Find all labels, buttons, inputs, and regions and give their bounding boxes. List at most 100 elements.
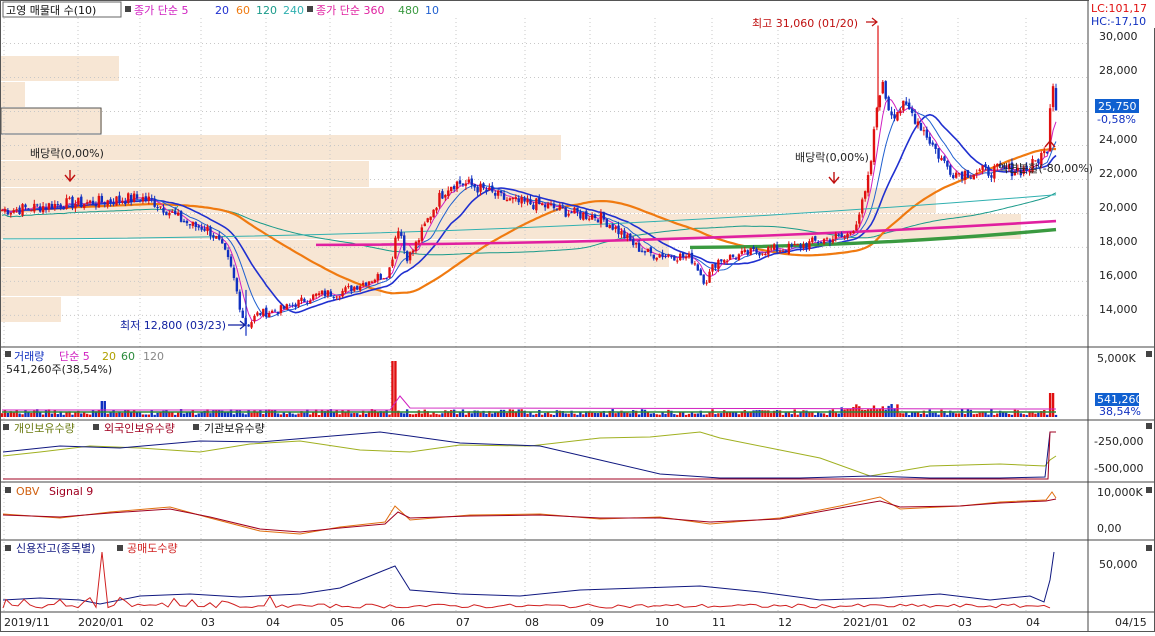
volume-bar: [940, 409, 943, 417]
candle-body: [679, 253, 682, 261]
candle-body: [582, 212, 585, 220]
volume-bar: [599, 412, 603, 417]
candle-body: [790, 244, 793, 247]
panel-box-icon: [3, 424, 9, 430]
candle-body: [174, 210, 177, 215]
candle-body: [109, 199, 112, 203]
candle-body: [267, 313, 271, 318]
volume-bar: [825, 414, 829, 417]
volume-bar: [282, 412, 286, 417]
volume-bar: [693, 413, 697, 417]
volume-bar: [535, 413, 538, 417]
x-axis-label: 2021/01: [843, 616, 889, 629]
candle-body: [567, 213, 570, 216]
candle-body: [50, 203, 54, 210]
volume-bar: [455, 414, 459, 417]
candle-body: [981, 165, 984, 170]
volume-bar: [649, 413, 653, 417]
price-legend[interactable]: 고영 매물대 수(10) 종가 단순 5 20 60 120 240 종가 단순…: [2, 1, 439, 18]
legend-ma60: 60: [236, 4, 250, 17]
candle-body: [44, 207, 48, 209]
volume-bar: [819, 413, 823, 417]
volume-bar: [937, 414, 940, 417]
candle-body: [33, 203, 36, 212]
candle-body: [467, 179, 471, 183]
close-panel-icon[interactable]: [1146, 423, 1152, 429]
volume-profile-bar: [1, 161, 369, 187]
volume-bar: [209, 413, 212, 417]
candle-body: [916, 121, 920, 126]
candle-body: [282, 306, 286, 309]
volume-bar: [176, 412, 180, 417]
candle-body: [56, 204, 59, 206]
candle-body: [353, 286, 356, 291]
volume-bar: [517, 409, 520, 417]
volume-bar: [869, 409, 873, 417]
candle-body: [931, 142, 934, 145]
close-panel-icon[interactable]: [1146, 545, 1152, 551]
candle-body: [94, 203, 98, 207]
candle-body: [9, 212, 13, 215]
candle-body: [617, 225, 620, 235]
candle-body: [408, 252, 412, 261]
volume-bar: [770, 413, 773, 417]
close-panel-icon[interactable]: [1146, 351, 1152, 357]
candle-body: [106, 200, 109, 206]
close-panel-icon[interactable]: [1146, 487, 1152, 493]
volume-bar: [1022, 414, 1025, 417]
candle-body: [511, 198, 515, 200]
volume-bar: [314, 409, 318, 417]
volume-bar: [664, 413, 667, 417]
candle-body: [855, 224, 858, 231]
candle-body: [253, 315, 256, 322]
volume-bar: [1025, 414, 1028, 417]
candle-body: [191, 221, 195, 226]
volume-bar: [843, 409, 846, 417]
x-axis-label: 06: [391, 616, 405, 629]
volume-bar: [984, 412, 987, 417]
split-annotation: 액면분할(-80,00%): [998, 162, 1093, 175]
candle-body: [734, 258, 738, 260]
volume-bar: [1013, 409, 1017, 417]
candle-body: [83, 204, 86, 208]
volume-bar: [978, 412, 981, 417]
candle-body: [508, 198, 512, 201]
stock-chart[interactable]: 고영 매물대 수(10) 종가 단순 5 20 60 120 240 종가 단순…: [0, 0, 1155, 632]
volume-bar: [250, 412, 253, 417]
candle-body: [141, 197, 145, 202]
candle-body: [913, 113, 917, 124]
volume-bar: [931, 412, 934, 417]
candle-body: [385, 278, 388, 280]
panel-box-icon: [5, 545, 11, 551]
volume-bar: [376, 412, 379, 417]
candle-body: [881, 81, 884, 94]
candle-body: [361, 282, 365, 286]
candle-body: [405, 251, 409, 262]
candle-body: [990, 175, 993, 178]
volume-bar: [391, 361, 394, 417]
volume-bar: [755, 410, 758, 417]
candle-body: [737, 254, 741, 260]
volume-bar: [972, 414, 975, 417]
high-annotation: 최고 31,060 (01/20): [752, 17, 858, 30]
candle-body: [720, 259, 723, 262]
candle-body: [38, 206, 42, 212]
candle-body: [811, 237, 814, 243]
volume-bar: [626, 412, 629, 417]
obv-series-signal: Signal 9: [49, 485, 93, 498]
volume-bar: [350, 413, 353, 417]
candle-body: [576, 207, 579, 213]
volume-bar: [400, 412, 403, 417]
volume-bar: [1037, 412, 1040, 417]
candle-body: [802, 244, 805, 248]
candle-body: [699, 269, 702, 276]
volume-bar: [229, 409, 233, 417]
candle-body: [740, 250, 744, 254]
candle-body: [347, 286, 350, 288]
candle-body: [611, 224, 614, 230]
volume-bar: [317, 414, 321, 417]
candle-body: [1051, 86, 1055, 108]
candle-body: [358, 286, 362, 291]
candle-body: [670, 256, 673, 258]
candle-body: [388, 267, 391, 278]
